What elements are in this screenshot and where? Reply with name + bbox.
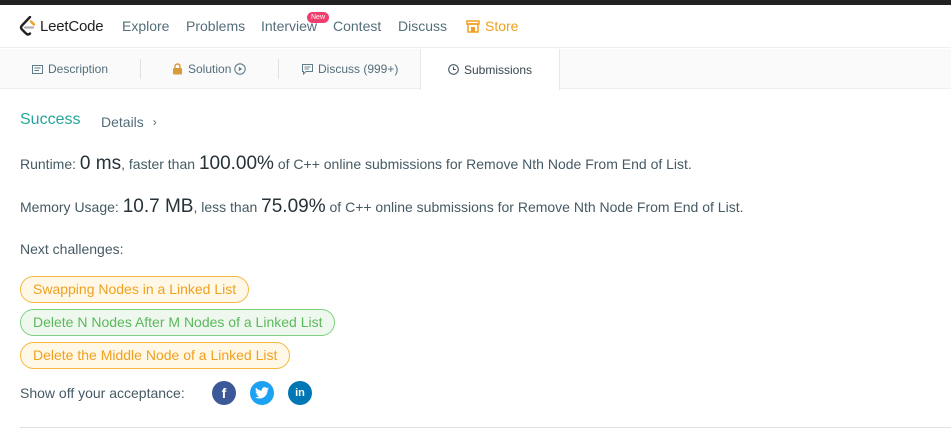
- tab-submissions-label: Submissions: [463, 62, 533, 77]
- nav-explore[interactable]: Explore: [122, 18, 169, 34]
- comment-icon: [302, 63, 313, 75]
- logo-text: LeetCode: [40, 17, 104, 35]
- memory-suffix: of C++ online submissions for Remove Nth…: [325, 199, 744, 215]
- details-link[interactable]: Details ›: [101, 114, 157, 130]
- store-icon: [466, 19, 480, 33]
- runtime-suffix: of C++ online submissions for Remove Nth…: [273, 156, 692, 172]
- memory-label: Memory Usage:: [20, 199, 123, 215]
- play-icon: [234, 63, 247, 75]
- nav-contest[interactable]: Contest: [333, 18, 381, 34]
- problem-tabs: Description Solution Discuss (999+) Subm…: [0, 49, 951, 90]
- linkedin-icon[interactable]: in: [288, 381, 312, 405]
- runtime-value: 0 ms: [79, 153, 122, 174]
- next-challenges-label: Next challenges:: [20, 241, 124, 257]
- bottom-divider: [20, 427, 951, 428]
- tab-description-label: Description: [48, 62, 109, 76]
- leetcode-logo-icon: [19, 16, 36, 36]
- leetcode-logo[interactable]: LeetCode: [19, 15, 104, 37]
- tab-submissions[interactable]: Submissions: [420, 49, 560, 90]
- details-label: Details: [101, 114, 144, 130]
- runtime-label: Runtime:: [20, 156, 80, 172]
- challenge-chip[interactable]: Swapping Nodes in a Linked List: [20, 276, 250, 303]
- runtime-percentile: 100.00%: [198, 153, 274, 174]
- submission-status: Success: [20, 111, 81, 128]
- tab-solution-label: Solution: [188, 62, 232, 76]
- nav-problems[interactable]: Problems: [186, 18, 245, 34]
- memory-percentile: 75.09%: [261, 196, 326, 217]
- nav-discuss[interactable]: Discuss: [398, 18, 447, 34]
- tab-solution[interactable]: Solution: [172, 49, 247, 89]
- tab-discuss-label: Discuss (999+): [318, 62, 399, 76]
- facebook-icon[interactable]: f: [212, 381, 236, 405]
- chevron-right-icon: ›: [152, 115, 157, 129]
- new-badge: New: [307, 12, 330, 23]
- store-label: Store: [485, 18, 519, 34]
- memory-value: 10.7 MB: [122, 196, 194, 217]
- tab-divider: [140, 59, 141, 79]
- memory-stat: Memory Usage: 10.7 MB, less than 75.09% …: [20, 196, 743, 218]
- challenge-chip[interactable]: Delete the Middle Node of a Linked List: [20, 342, 291, 369]
- tab-description[interactable]: Description: [32, 49, 108, 89]
- challenge-chip[interactable]: Delete N Nodes After M Nodes of a Linked…: [20, 309, 336, 336]
- runtime-mid: , faster than: [121, 156, 199, 172]
- twitter-icon[interactable]: [250, 381, 274, 405]
- tab-discuss[interactable]: Discuss (999+): [302, 49, 398, 89]
- navbar: LeetCode Explore Problems Interview New …: [0, 5, 951, 48]
- nav-store[interactable]: Store: [466, 18, 518, 34]
- share-label: Show off your acceptance:: [20, 385, 185, 401]
- clock-icon: [448, 64, 459, 75]
- description-icon: [32, 64, 43, 74]
- memory-mid: , less than: [193, 199, 262, 215]
- lock-icon: [173, 63, 182, 75]
- tab-divider: [278, 59, 279, 79]
- runtime-stat: Runtime: 0 ms, faster than 100.00% of C+…: [20, 153, 692, 175]
